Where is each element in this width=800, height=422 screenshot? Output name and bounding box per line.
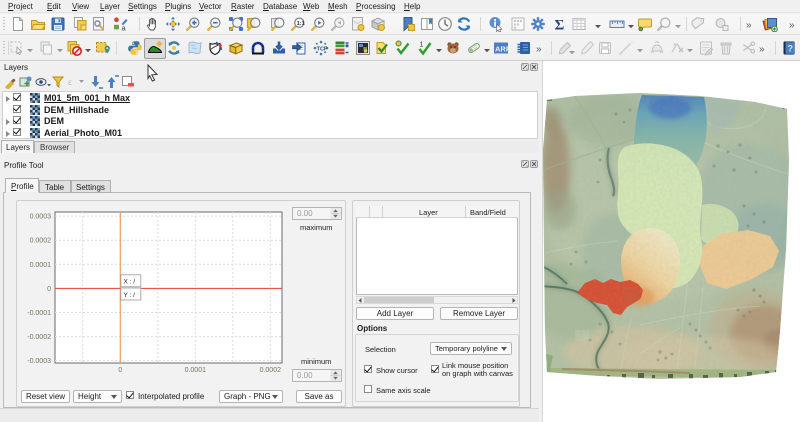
svg-text:ARR: ARR	[495, 45, 509, 54]
svg-text:-0.0002: -0.0002	[27, 334, 51, 341]
svg-text:»: »	[789, 20, 795, 31]
svg-text:»: »	[536, 44, 542, 55]
svg-text:0: 0	[47, 286, 51, 293]
svg-text:ε: ε	[68, 77, 72, 87]
svg-text:?: ?	[788, 44, 794, 54]
svg-text:0.0001: 0.0001	[30, 262, 52, 269]
svg-text:1: 1	[420, 42, 424, 49]
svg-text:0.0003: 0.0003	[30, 214, 52, 221]
svg-text:-0.0001: -0.0001	[27, 310, 51, 317]
svg-text:-0.0003: -0.0003	[27, 358, 51, 365]
svg-text:0.0002: 0.0002	[260, 367, 282, 374]
svg-text:1:1: 1:1	[297, 21, 305, 27]
svg-text:»: »	[746, 20, 752, 31]
svg-text:a: a	[122, 24, 127, 33]
svg-text:»: »	[759, 44, 765, 55]
svg-text:0: 0	[118, 367, 122, 374]
svg-text:X : /: X : /	[124, 279, 136, 286]
svg-text:0.0002: 0.0002	[30, 238, 52, 245]
svg-text:Σ: Σ	[555, 18, 565, 33]
svg-text:TCF: TCF	[317, 46, 328, 52]
svg-text:0.0001: 0.0001	[185, 367, 207, 374]
svg-text:Y : /: Y : /	[124, 292, 136, 299]
